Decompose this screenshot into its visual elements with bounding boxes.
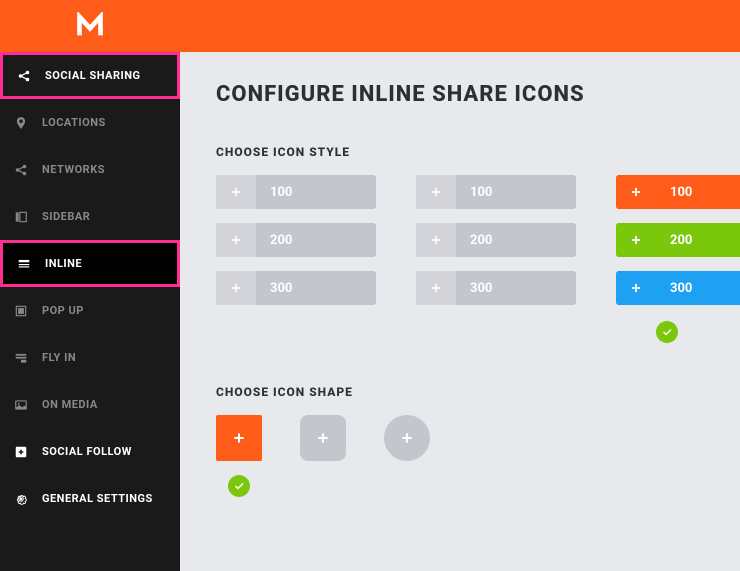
plus-icon (416, 175, 456, 209)
style-option-300-a[interactable]: 300 (216, 271, 376, 305)
inline-icon (17, 257, 39, 271)
style-option-300-b[interactable]: 300 (416, 271, 576, 305)
share-icon (17, 69, 39, 83)
style-grid: 100 100 100 200 200 200 300 300 300 (216, 175, 704, 305)
popup-icon (14, 304, 36, 318)
style-value: 300 (656, 281, 740, 296)
app-logo (0, 0, 180, 52)
style-option-100-c[interactable]: 100 (616, 175, 740, 209)
sidebar-item-onmedia[interactable]: ON MEDIA (0, 381, 180, 428)
section-title: CHOOSE ICON SHAPE (216, 385, 704, 399)
style-option-200-a[interactable]: 200 (216, 223, 376, 257)
style-option-300-c[interactable]: 300 (616, 271, 740, 305)
style-value: 300 (456, 281, 576, 296)
shape-circle[interactable] (384, 415, 430, 461)
sidebar-item-flyin[interactable]: FLY IN (0, 334, 180, 381)
sidebar-item-label: INLINE (45, 257, 82, 270)
style-value: 300 (256, 281, 376, 296)
sidebar-item-inline[interactable]: INLINE (0, 240, 180, 287)
page-title: CONFIGURE INLINE SHARE ICONS (216, 82, 704, 107)
shape-rounded[interactable] (300, 415, 346, 461)
shape-row (216, 415, 704, 461)
sidebar-item-social-follow[interactable]: SOCIAL FOLLOW (0, 428, 180, 475)
style-value: 200 (456, 233, 576, 248)
selected-checkmark-icon (228, 475, 250, 497)
sidebar-item-label: LOCATIONS (42, 116, 106, 129)
sidebar-item-label: SOCIAL SHARING (45, 69, 141, 82)
sidebar: SOCIAL SHARING LOCATIONS NETWORKS SIDEBA… (0, 52, 180, 571)
sidebar-item-label: GENERAL SETTINGS (42, 492, 153, 505)
follow-icon (14, 445, 36, 459)
style-option-200-c[interactable]: 200 (616, 223, 740, 257)
style-option-100-b[interactable]: 100 (416, 175, 576, 209)
sidebar-item-label: POP UP (42, 304, 84, 317)
plus-icon (616, 175, 656, 209)
style-value: 100 (456, 185, 576, 200)
style-value: 100 (656, 185, 740, 200)
selected-checkmark-icon (656, 321, 678, 343)
sidebar-item-sidebar[interactable]: SIDEBAR (0, 193, 180, 240)
sidebar-item-locations[interactable]: LOCATIONS (0, 99, 180, 146)
plus-icon (616, 223, 656, 257)
style-option-200-b[interactable]: 200 (416, 223, 576, 257)
sidebar-item-label: FLY IN (42, 351, 76, 364)
sidebar-item-popup[interactable]: POP UP (0, 287, 180, 334)
icon-shape-section: CHOOSE ICON SHAPE (216, 385, 704, 497)
sidebar-item-label: NETWORKS (42, 163, 105, 176)
flyin-icon (14, 351, 36, 365)
sidebar-item-label: SIDEBAR (42, 210, 90, 223)
section-title: CHOOSE ICON STYLE (216, 145, 704, 159)
style-value: 100 (256, 185, 376, 200)
icon-style-section: CHOOSE ICON STYLE 100 100 100 200 200 20… (216, 145, 704, 343)
plus-icon (416, 271, 456, 305)
shape-square[interactable] (216, 415, 262, 461)
style-value: 200 (256, 233, 376, 248)
share-icon (14, 163, 36, 177)
plus-icon (616, 271, 656, 305)
sidebar-item-general-settings[interactable]: GENERAL SETTINGS (0, 475, 180, 522)
main-content: CONFIGURE INLINE SHARE ICONS CHOOSE ICON… (180, 52, 740, 571)
gear-icon (14, 492, 36, 506)
media-icon (14, 398, 36, 412)
app-header (0, 0, 740, 52)
pin-icon (14, 116, 36, 130)
style-value: 200 (656, 233, 740, 248)
sidebar-icon (14, 210, 36, 224)
plus-icon (416, 223, 456, 257)
plus-icon (216, 271, 256, 305)
sidebar-item-label: SOCIAL FOLLOW (42, 445, 132, 458)
style-option-100-a[interactable]: 100 (216, 175, 376, 209)
sidebar-item-label: ON MEDIA (42, 398, 98, 411)
plus-icon (216, 223, 256, 257)
plus-icon (216, 175, 256, 209)
sidebar-item-networks[interactable]: NETWORKS (0, 146, 180, 193)
sidebar-item-social-sharing[interactable]: SOCIAL SHARING (0, 52, 180, 99)
